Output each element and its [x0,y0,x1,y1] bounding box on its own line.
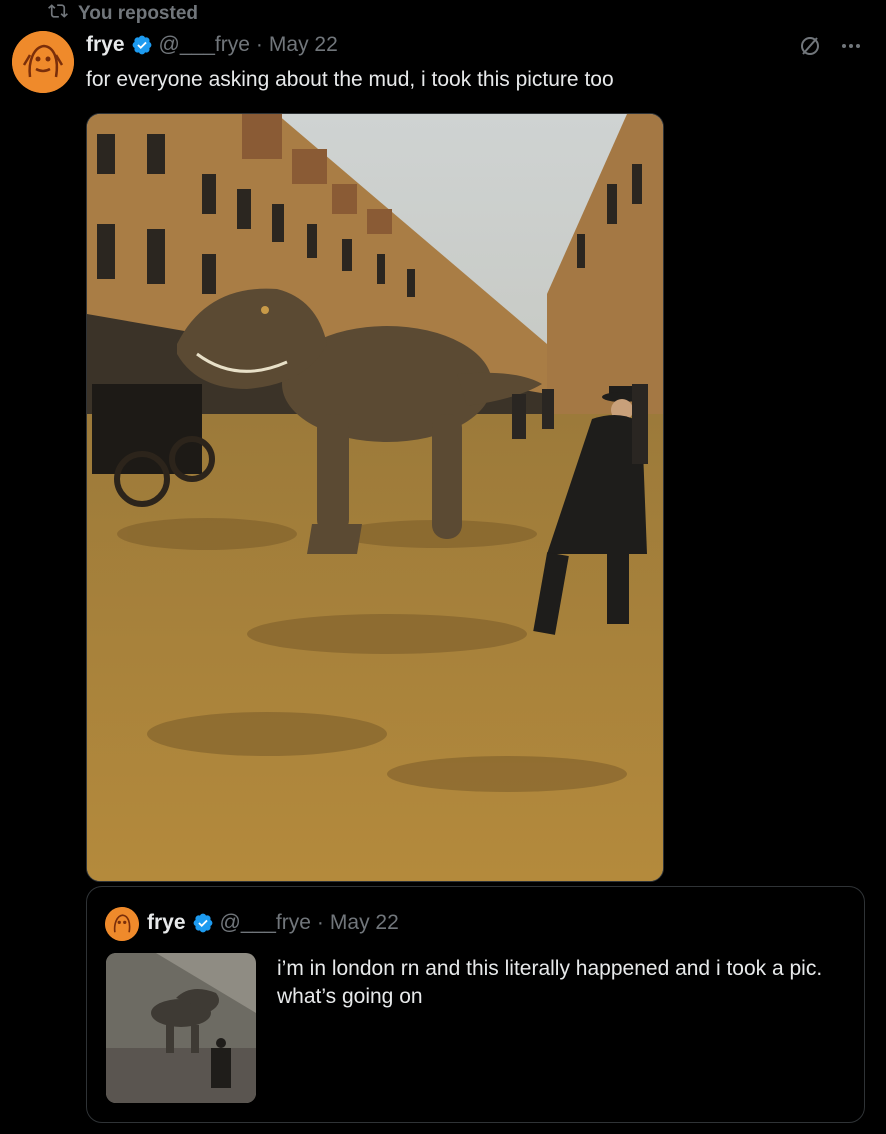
repost-label: You reposted [78,3,198,24]
quoted-text: i’m in london rn and this literally happ… [277,957,823,1008]
quoted-media-thumbnail[interactable] [106,953,256,1103]
quoted-avatar[interactable] [105,907,139,941]
post-date[interactable]: May 22 [269,33,338,57]
grok-icon[interactable] [798,34,822,58]
tweet-text: for everyone asking about the mud, i too… [86,68,614,91]
quoted-separator: · [316,911,324,934]
tweet-photo [87,114,663,881]
author-handle[interactable]: @___frye [159,33,250,57]
quoted-handle: @___frye [219,911,311,934]
quoted-author-name[interactable]: frye [147,911,186,935]
more-icon[interactable] [840,35,862,57]
quoted-tweet[interactable]: frye @___frye · May 22 i’m in london rn … [86,886,865,1123]
repost-indicator: You reposted [48,2,198,26]
author-name[interactable]: frye [86,33,125,57]
quoted-date: May 22 [329,911,399,934]
avatar[interactable] [12,31,74,93]
top-actions [798,34,862,58]
quoted-header: frye @___frye · May 22 [147,911,399,935]
tweet-media[interactable] [86,113,664,882]
separator: · [255,33,263,56]
tweet-header: frye @___frye · May 22 [86,33,338,57]
verified-badge-icon[interactable] [131,34,153,56]
repost-icon [48,1,68,27]
quoted-verified-badge-icon [192,912,214,934]
